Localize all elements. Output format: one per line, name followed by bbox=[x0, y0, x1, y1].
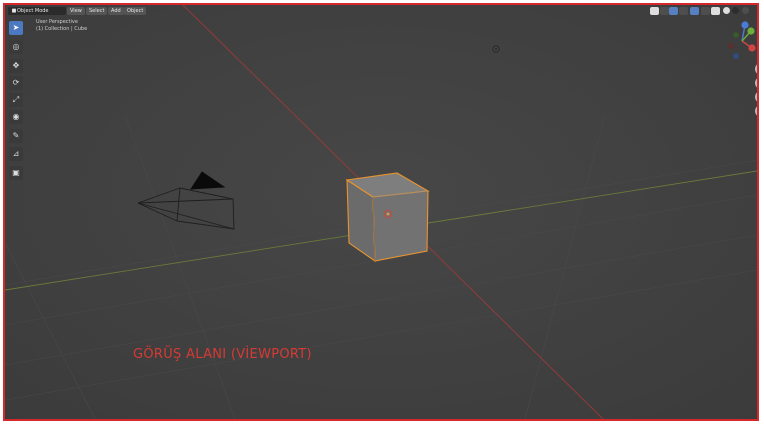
transform-tool-button[interactable]: ◉ bbox=[9, 110, 23, 124]
mode-select-dropdown[interactable]: ■Object Mode bbox=[8, 7, 66, 15]
viewport-frame: ■Object Mode View Select Add Object User… bbox=[3, 3, 759, 421]
material-shading-icon[interactable] bbox=[723, 7, 730, 14]
move-tool-button[interactable]: ✥ bbox=[9, 59, 23, 73]
xray-toggle-icon[interactable] bbox=[690, 7, 699, 15]
rendered-shading-icon[interactable] bbox=[732, 7, 739, 14]
transform-icon: ◉ bbox=[12, 112, 20, 121]
gizmo-toggle-icon[interactable] bbox=[660, 7, 669, 15]
view-object-types-icon[interactable] bbox=[650, 7, 659, 15]
rotate-icon: ⟳ bbox=[12, 78, 20, 87]
mode-label: Object Mode bbox=[17, 8, 49, 14]
3d-viewport[interactable]: ■Object Mode View Select Add Object User… bbox=[5, 5, 757, 419]
cube-object[interactable] bbox=[345, 172, 430, 263]
hand-icon: ✋ bbox=[757, 79, 758, 87]
rotate-tool-button[interactable]: ⟳ bbox=[9, 76, 23, 90]
ruler-icon: ⊿ bbox=[12, 149, 20, 158]
move-icon: ✥ bbox=[12, 61, 20, 70]
shading-options-icon[interactable] bbox=[742, 7, 749, 14]
add-cube-tool-button[interactable]: ▣ bbox=[9, 166, 23, 180]
camera-icon: ▤ bbox=[758, 93, 759, 101]
magnifier-icon: ⊕ bbox=[758, 65, 759, 73]
view-perspective-label: User Perspective bbox=[36, 19, 78, 25]
cube-add-icon: ▣ bbox=[12, 168, 20, 177]
measure-tool-button[interactable]: ⊿ bbox=[9, 147, 23, 161]
scale-icon: ⤢ bbox=[12, 95, 20, 104]
scale-tool-button[interactable]: ⤢ bbox=[9, 93, 23, 107]
overlay-dropdown-icon[interactable] bbox=[679, 7, 688, 15]
annotate-tool-button[interactable]: ✎ bbox=[9, 129, 23, 143]
menu-object[interactable]: Object bbox=[124, 7, 147, 15]
cursor-tool-button[interactable]: ◎ bbox=[9, 40, 23, 54]
menu-add[interactable]: Add bbox=[108, 7, 124, 15]
scene-canvas bbox=[5, 5, 757, 419]
pencil-icon: ✎ bbox=[12, 131, 20, 140]
select-tool-button[interactable]: ➤ bbox=[9, 21, 23, 35]
viewport-header: ■Object Mode View Select Add Object bbox=[5, 5, 757, 17]
navigation-gizmo[interactable] bbox=[723, 19, 757, 59]
overlay-toggle-icon[interactable] bbox=[669, 7, 678, 15]
wireframe-shading-icon[interactable] bbox=[701, 7, 710, 15]
collection-object-label: (1) Collection | Cube bbox=[36, 26, 88, 32]
solid-shading-icon[interactable] bbox=[711, 7, 720, 15]
cursor-arrow-icon: ➤ bbox=[12, 23, 20, 32]
3d-cursor-icon: ◎ bbox=[12, 42, 20, 51]
menu-view[interactable]: View bbox=[67, 7, 85, 15]
viewport-caption: GÖRÜŞ ALANI (VİEWPORT) bbox=[133, 347, 312, 362]
grid-icon: ▦ bbox=[758, 107, 759, 115]
menu-select[interactable]: Select bbox=[86, 7, 108, 15]
